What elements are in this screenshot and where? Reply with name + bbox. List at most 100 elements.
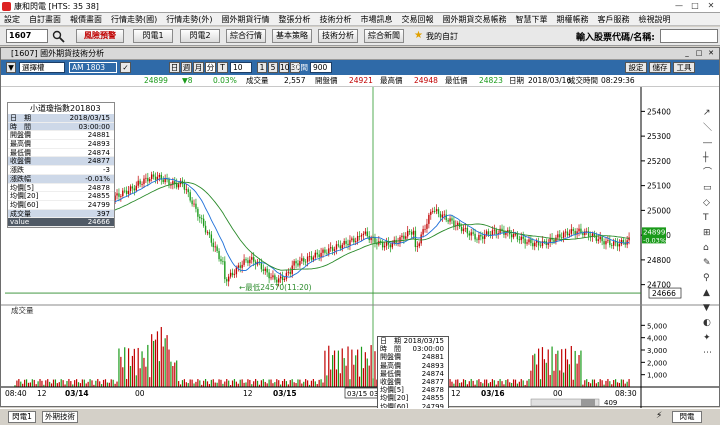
maximize-icon[interactable]: □ [688,1,702,11]
expand-button[interactable]: ▼ [6,62,16,73]
menu-item-customer-service[interactable]: 客戶服務 [598,14,630,25]
lightning-button[interactable]: 閃電 [672,411,702,423]
menu-item-technical-analysis[interactable]: 技術分析 [320,14,352,25]
drawing-tool-icon[interactable]: ▭ [703,183,712,193]
menu-item-help[interactable]: 檢視說明 [639,14,671,25]
menu-item-foreign-account[interactable]: 國外期貨交易帳務 [443,14,507,25]
drawing-tool-icon[interactable]: ▼ [703,303,710,313]
minimize-icon[interactable]: — [672,1,686,11]
menu-item-foreign-futures[interactable]: 國外期貨行情 [222,14,270,25]
candle-body [485,231,488,235]
period-week-button[interactable]: 週 [181,62,192,73]
menu-item-settings[interactable]: 設定 [4,14,20,25]
overall-quote-button[interactable]: 綜合行情 [226,29,266,43]
tab-lightning1[interactable]: 閃電1 [8,411,36,423]
sync-checkbox[interactable]: ✓ [120,62,131,73]
star-icon[interactable]: ★ [414,30,423,41]
interval-5-button[interactable]: 5 [268,62,278,73]
info-panel-key: 開盤價 [10,131,31,140]
volume-bar [45,380,47,387]
drawing-tool-icon[interactable]: ＼ [703,122,712,133]
candle-body [557,234,559,238]
chart-area[interactable]: 2540025300252002510025000249002480024700… [1,87,719,412]
drawing-tool-icon[interactable]: ▲ [703,288,710,298]
window-minimize-icon[interactable]: _ [681,49,693,58]
drawing-tool-icon[interactable]: ◇ [703,198,710,208]
settings-button[interactable]: 設定 [625,62,647,73]
period-month-button[interactable]: 月 [193,62,204,73]
drawing-tool-icon[interactable]: ◐ [703,318,711,328]
save-button[interactable]: 儲存 [649,62,671,73]
tooltip-row: 日 期 2018/03/15 [378,337,448,345]
minute-select[interactable]: 10 [230,62,252,73]
candle-body [597,239,599,241]
tooltip-value: 24877 [421,377,444,386]
period-day-button[interactable]: 日 [169,62,180,73]
candle-body [466,227,469,234]
interval-10-button[interactable]: 10 [279,62,290,73]
drawing-tool-icon[interactable]: ✎ [703,258,711,268]
period-tick-button[interactable]: T [217,62,228,73]
tab-foreign-tech[interactable]: 外期技術 [42,411,78,423]
lightning1-button[interactable]: 閃電1 [133,29,173,43]
candle-body [208,232,211,235]
drawing-tool-icon[interactable]: ┼ [702,151,709,163]
volume-bar [555,353,557,387]
bars-count-input[interactable]: 900 [310,62,332,73]
menu-item-foreign-trend[interactable]: 行情走勢(外) [166,14,212,25]
drawing-tool-icon[interactable]: ⌒ [703,167,712,178]
drawing-tool-icon[interactable]: ― [703,138,712,148]
close-icon[interactable]: ✕ [704,1,718,11]
technical-analysis-button[interactable]: 技術分析 [318,29,358,43]
volume-bar [493,380,495,387]
tools-button[interactable]: 工具 [673,62,695,73]
info-panel-value: 24881 [87,131,110,140]
contract-select[interactable]: AM 1803 [69,62,117,73]
search-icon[interactable] [52,30,66,43]
menu-item-custom-screen[interactable]: 自訂畫面 [29,14,61,25]
info-panel-key: 最高價 [10,140,31,149]
risk-alert-button[interactable]: 風險預警 [76,29,124,43]
product-select[interactable]: 選擇權 [19,62,65,73]
volume-bar [601,380,603,387]
menu-item-smart-order[interactable]: 智慧下單 [516,14,548,25]
lightning2-button[interactable]: 閃電2 [180,29,220,43]
stock-search-input[interactable] [660,29,718,43]
price-tick-label: 25400 [647,107,671,116]
window-close-icon[interactable]: ✕ [705,49,717,58]
my-watch-button[interactable]: 我的自訂 [426,31,458,42]
drawing-tool-icon[interactable]: T [702,213,709,223]
menu-item-sheet-analysis[interactable]: 整張分析 [279,14,311,25]
menu-item-quote-screen[interactable]: 報價畫面 [70,14,102,25]
lightning-icon[interactable]: ⚡ [656,411,662,421]
drawing-tool-icon[interactable]: ↗ [703,108,711,118]
period-minute-button[interactable]: 分 [205,62,216,73]
menu-item-market-news[interactable]: 市場訊息 [361,14,393,25]
candle-body [516,233,519,240]
info-panel-key: 成交量 [10,209,31,218]
drawing-tool-icon[interactable]: ⌂ [703,243,709,253]
interval-1-button[interactable]: 1 [257,62,267,73]
volume-bar [303,381,305,387]
drawing-tool-icon[interactable]: ⊞ [703,228,711,238]
volume-bar [262,379,264,387]
drawing-tool-icon[interactable]: ⋯ [703,348,712,358]
chart-window-title: [1607] 國外期貨技術分析 [11,49,105,58]
volume-bar [99,381,101,387]
overall-news-button[interactable]: 綜合新聞 [364,29,404,43]
candle-body [125,190,128,194]
drawing-tool-icon[interactable]: ✦ [703,333,711,343]
drawing-tool-icon[interactable]: ⚲ [703,273,710,283]
code-input[interactable]: 1607 [6,29,48,43]
candle-body [530,239,532,244]
menu-item-option-account[interactable]: 期權帳務 [557,14,589,25]
period-label: 期間 [293,63,308,72]
info-panel-key: 日 期 [10,114,31,122]
basic-strategy-button[interactable]: 基本策略 [272,29,312,43]
window-maximize-icon[interactable]: □ [693,49,705,58]
volume-bar [216,382,218,387]
volume-bar [609,381,611,387]
candle-body [202,218,205,226]
menu-item-trade-report[interactable]: 交易回報 [402,14,434,25]
menu-item-domestic-trend[interactable]: 行情走勢(國) [111,14,157,25]
